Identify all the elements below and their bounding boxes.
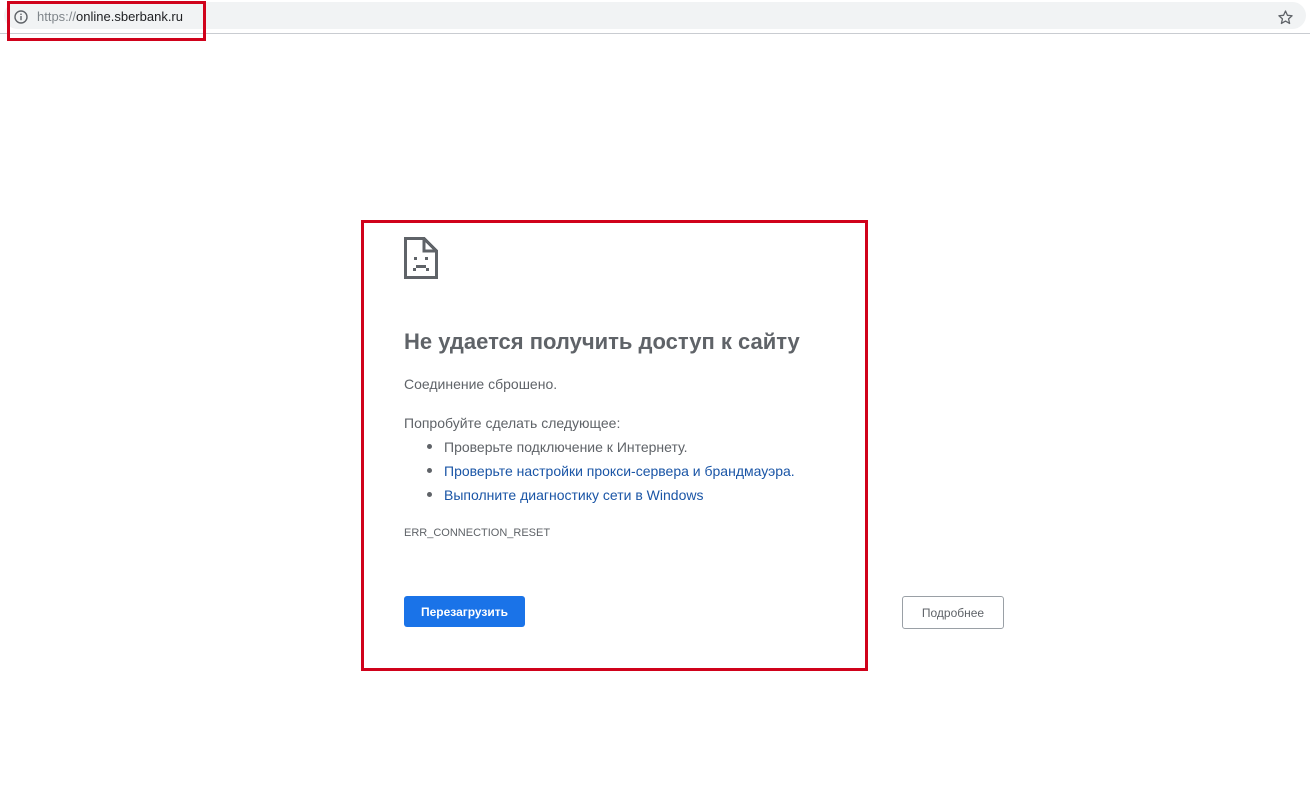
sad-document-icon bbox=[404, 237, 438, 279]
details-button[interactable]: Подробнее bbox=[902, 596, 1004, 629]
address-bar: https://online.sberbank.ru bbox=[0, 0, 1310, 34]
suggestions-list: Проверьте подключение к Интернету. Прове… bbox=[404, 437, 795, 509]
star-icon[interactable] bbox=[1277, 9, 1294, 26]
reload-button[interactable]: Перезагрузить bbox=[404, 596, 525, 627]
error-code: ERR_CONNECTION_RESET bbox=[404, 527, 551, 539]
info-icon[interactable] bbox=[14, 10, 28, 24]
url-host: online.sberbank.ru bbox=[76, 9, 183, 24]
url-scheme: https:// bbox=[37, 9, 77, 24]
suggestion-network-diagnostics-link[interactable]: Выполните диагностику сети в Windows bbox=[444, 487, 703, 503]
suggestion-check-connection: Проверьте подключение к Интернету. bbox=[444, 439, 688, 455]
url-text[interactable]: https://online.sberbank.ru bbox=[37, 9, 183, 25]
suggestion-item: Проверьте подключение к Интернету. bbox=[404, 437, 795, 461]
bullet bbox=[427, 444, 432, 449]
suggestion-item: Выполните диагностику сети в Windows bbox=[404, 485, 795, 509]
bullet bbox=[427, 468, 432, 473]
suggestion-proxy-firewall-link[interactable]: Проверьте настройки прокси-сервера и бра… bbox=[444, 463, 795, 479]
error-subtitle: Соединение сброшено. bbox=[404, 376, 558, 392]
suggestion-item: Проверьте настройки прокси-сервера и бра… bbox=[404, 461, 795, 485]
bullet bbox=[427, 492, 432, 497]
suggestions-heading: Попробуйте сделать следующее: bbox=[404, 415, 621, 431]
error-title: Не удается получить доступ к сайту bbox=[404, 329, 800, 354]
omnibox[interactable]: https://online.sberbank.ru bbox=[4, 2, 1306, 29]
browser-window: https://online.sberbank.ru Не удается по… bbox=[0, 0, 1310, 811]
